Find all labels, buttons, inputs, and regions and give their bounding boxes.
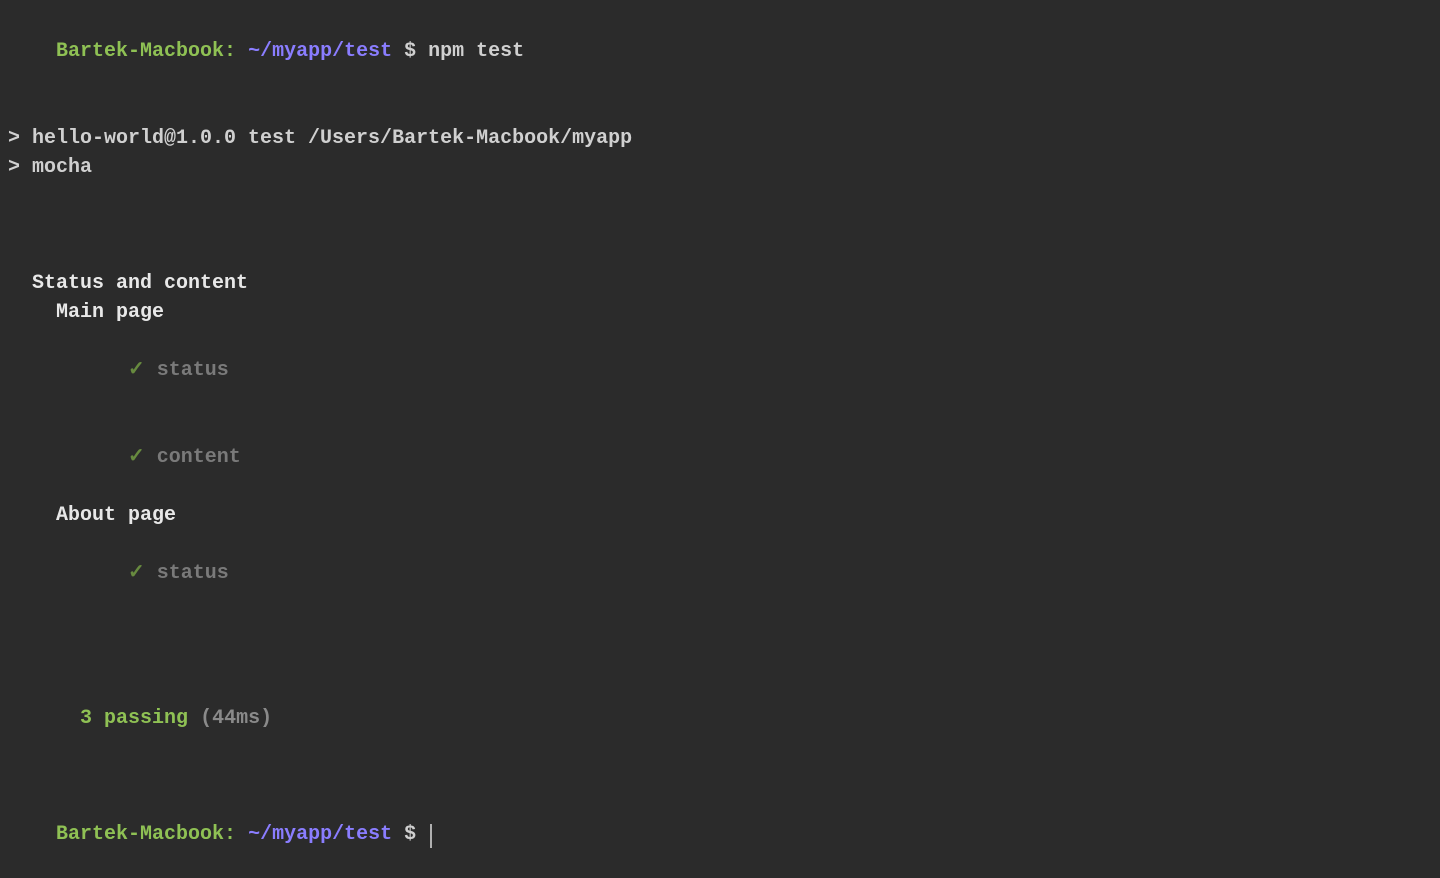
blank-line [8, 762, 1432, 791]
summary-time: (44ms) [200, 707, 272, 730]
prompt-symbol: $ [404, 823, 416, 846]
terminal-output[interactable]: Bartek-Macbook: ~/myapp/test $ npm test … [8, 8, 1432, 878]
prompt-line-2[interactable]: Bartek-Macbook: ~/myapp/test $ [8, 791, 1432, 878]
prompt-line-1: Bartek-Macbook: ~/myapp/test $ npm test [8, 8, 1432, 95]
checkmark-icon: ✓ [128, 359, 145, 382]
blank-line [8, 182, 1432, 211]
checkmark-icon: ✓ [128, 446, 145, 469]
prompt-command: npm test [428, 40, 524, 63]
summary-passing: 3 passing [80, 707, 188, 730]
test-suite-group-1: Main page [8, 298, 1432, 327]
test-suite-root: Status and content [8, 269, 1432, 298]
npm-run-header-1: > hello-world@1.0.0 test /Users/Bartek-M… [8, 124, 1432, 153]
prompt-host: Bartek-Macbook: [56, 823, 236, 846]
cursor-icon [430, 824, 432, 848]
prompt-path: ~/myapp/test [248, 823, 392, 846]
npm-run-header-2: > mocha [8, 153, 1432, 182]
test-case: ✓ content [8, 414, 1432, 501]
test-case: ✓ status [8, 530, 1432, 617]
blank-line [8, 240, 1432, 269]
test-summary: 3 passing (44ms) [8, 675, 1432, 762]
prompt-path: ~/myapp/test [248, 40, 392, 63]
prompt-symbol: $ [404, 40, 416, 63]
test-case-name: status [157, 359, 229, 382]
checkmark-icon: ✓ [128, 562, 145, 585]
test-case: ✓ status [8, 327, 1432, 414]
blank-line [8, 211, 1432, 240]
blank-line [8, 646, 1432, 675]
blank-line [8, 95, 1432, 124]
test-case-name: status [157, 562, 229, 585]
test-case-name: content [157, 446, 241, 469]
test-suite-group-2: About page [8, 501, 1432, 530]
blank-line [8, 617, 1432, 646]
prompt-host: Bartek-Macbook: [56, 40, 236, 63]
